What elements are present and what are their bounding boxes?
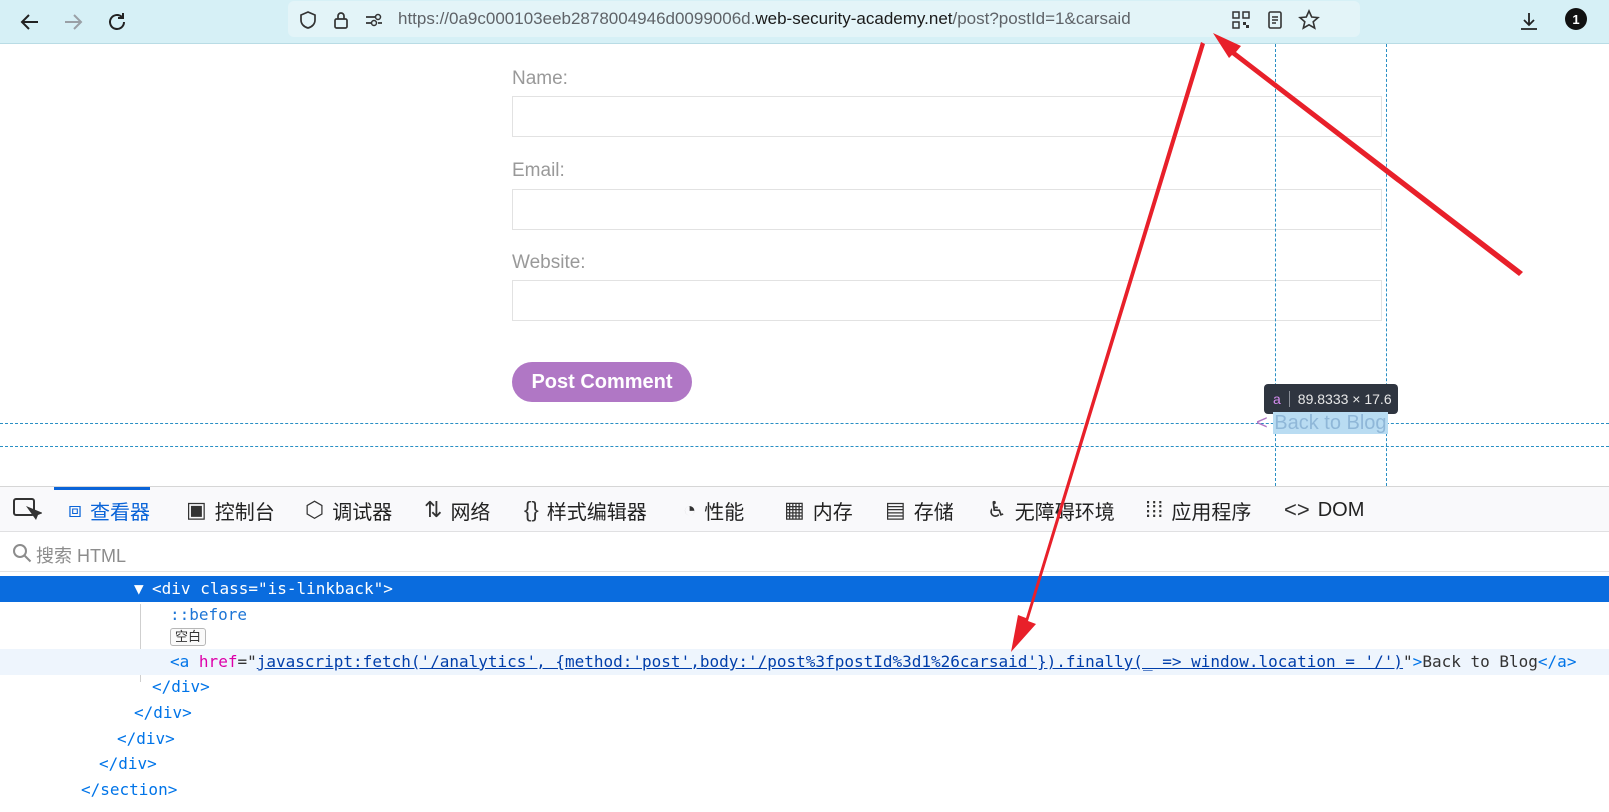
memory-icon: ▦ — [784, 497, 805, 522]
element-picker-icon[interactable] — [12, 496, 42, 524]
tab-label: 样式编辑器 — [546, 501, 647, 524]
post-comment-button[interactable]: Post Comment — [512, 362, 692, 402]
tab-application[interactable]: ⁞⁞⁞ 应用程序 — [1145, 487, 1251, 533]
back-to-blog-link[interactable]: < Back to Blog — [1256, 412, 1388, 435]
anchor-text: Back to Blog — [1422, 652, 1538, 671]
email-field[interactable] — [512, 189, 1382, 230]
browser-toolbar: https://0a9c000103eeb2878004946d0099006d… — [0, 0, 1609, 44]
url-text[interactable]: https://0a9c000103eeb2878004946d0099006d… — [398, 9, 1131, 29]
lock-icon[interactable] — [330, 9, 352, 31]
devtools-tab-bar: ⧈ 查看器 ▣ 控制台 ⬡ 调试器 ⇅ 网络 {} 样式编辑器 ◔ 性能 ▦ 内存 ▤ 存储 ♿… — [0, 486, 1609, 532]
shield-icon[interactable] — [297, 9, 319, 31]
search-icon — [13, 544, 32, 563]
tab-label: 性能 — [704, 501, 745, 524]
name-label: Name: — [512, 68, 568, 89]
attr-name: href — [198, 652, 238, 671]
tab-network[interactable]: ⇅ 网络 — [424, 487, 490, 533]
tree-row-whitespace[interactable]: 空白 — [0, 624, 1609, 650]
reload-icon — [109, 13, 125, 30]
tab-debugger[interactable]: ⬡ 调试器 — [305, 487, 392, 533]
search-placeholder: 搜索 HTML — [36, 546, 126, 566]
tree-row-close-div[interactable]: </div> — [0, 674, 1609, 700]
html-search-bar[interactable]: 搜索 HTML — [0, 532, 1609, 572]
application-icon: ⁞⁞⁞ — [1145, 497, 1164, 522]
tooltip-tag: a — [1273, 391, 1281, 407]
download-icon — [1521, 13, 1537, 30]
network-icon: ⇅ — [424, 497, 443, 522]
href-value[interactable]: javascript:fetch('/analytics', {method:'… — [257, 652, 1403, 671]
tab-accessibility[interactable]: ♿ 无障碍环境 — [987, 487, 1115, 533]
tab-label: DOM — [1317, 498, 1365, 521]
performance-icon: ◔ — [683, 497, 697, 522]
tag-name: div — [118, 754, 148, 773]
dom-icon: <> — [1284, 497, 1310, 522]
tree-row-close-div[interactable]: </div> — [0, 726, 1609, 752]
permissions-icon[interactable] — [363, 9, 385, 31]
tab-performance[interactable]: ◔ 性能 — [683, 487, 744, 533]
arrow-left-icon — [20, 14, 38, 30]
tab-label: 内存 — [812, 501, 853, 524]
expand-triangle-icon[interactable]: ▼ — [134, 576, 144, 602]
tab-label: 查看器 — [90, 501, 150, 524]
tab-label: 网络 — [450, 501, 491, 524]
tab-label: 存储 — [913, 501, 954, 524]
screenshot-root: { "browser": { "url_prefix": "https://0a… — [0, 0, 1609, 812]
tab-style-editor[interactable]: {} 样式编辑器 — [524, 487, 647, 533]
back-link-prefix: < — [1256, 412, 1274, 434]
tab-console[interactable]: ▣ 控制台 — [186, 487, 275, 533]
tooltip-divider — [1288, 391, 1290, 407]
forward-button[interactable] — [57, 6, 89, 38]
tag-name: div — [161, 579, 191, 598]
tab-label: 控制台 — [214, 501, 275, 524]
inspector-size-tooltip: a 89.8333 × 17.6 — [1264, 384, 1398, 420]
whitespace-badge: 空白 — [170, 628, 207, 646]
tag-name: div — [136, 729, 166, 748]
tree-row-anchor[interactable]: <a href="javascript:fetch('/analytics', … — [0, 649, 1609, 675]
website-field[interactable] — [512, 280, 1382, 321]
tab-dom[interactable]: <> DOM — [1284, 487, 1364, 533]
inspector-icon: ⧈ — [68, 497, 82, 522]
back-button[interactable] — [14, 6, 46, 38]
tag-name: div — [171, 677, 201, 696]
arrow-right-icon — [65, 14, 83, 30]
console-icon: ▣ — [186, 497, 207, 522]
highlight-guide-bottom — [0, 446, 1609, 447]
tag-name: section — [100, 780, 168, 799]
tooltip-size: 89.8333 × 17.6 — [1297, 391, 1392, 407]
back-link-text[interactable]: Back to Blog — [1273, 412, 1388, 434]
tab-memory[interactable]: ▦ 内存 — [784, 487, 853, 533]
tree-row-close-div[interactable]: </div> — [0, 751, 1609, 777]
dom-tree: ▼ <div class="is-linkback"> ::before 空白 … — [0, 576, 1609, 812]
url-bar[interactable]: https://0a9c000103eeb2878004946d0099006d… — [288, 1, 1360, 37]
tab-storage[interactable]: ▤ 存储 — [885, 487, 954, 533]
debugger-icon: ⬡ — [305, 497, 325, 522]
tab-label: 调试器 — [332, 501, 393, 524]
notification-badge[interactable]: 1 — [1565, 8, 1587, 30]
bookmark-star-icon[interactable] — [1298, 9, 1320, 31]
storage-icon: ▤ — [885, 497, 906, 522]
tag-name: a — [179, 652, 190, 671]
tag-name: div — [153, 703, 183, 722]
attr-name: class — [200, 579, 249, 598]
tree-row-close-div[interactable]: </div> — [0, 700, 1609, 726]
qr-code-icon[interactable] — [1230, 9, 1252, 31]
tag-name: a — [1557, 652, 1567, 671]
tab-label: 无障碍环境 — [1014, 501, 1115, 524]
website-label: Website: — [512, 252, 586, 273]
accessibility-icon: ♿ — [987, 497, 1007, 522]
tab-label: 应用程序 — [1171, 501, 1252, 524]
tree-row-close-section[interactable]: </section> — [0, 777, 1609, 803]
attr-value: is-linkback — [267, 579, 374, 598]
email-label: Email: — [512, 160, 565, 181]
tab-inspector[interactable]: ⧈ 查看器 — [54, 487, 150, 533]
downloads-button[interactable] — [1513, 6, 1545, 38]
tree-row-div-linkback[interactable]: ▼ <div class="is-linkback"> — [0, 576, 1609, 602]
name-field[interactable] — [512, 96, 1382, 137]
style-editor-icon: {} — [524, 497, 539, 522]
page-viewport: Name: Email: Website: Post Comment a 89.… — [0, 44, 1609, 486]
reload-button[interactable] — [101, 6, 133, 38]
reader-view-icon[interactable] — [1264, 9, 1286, 31]
